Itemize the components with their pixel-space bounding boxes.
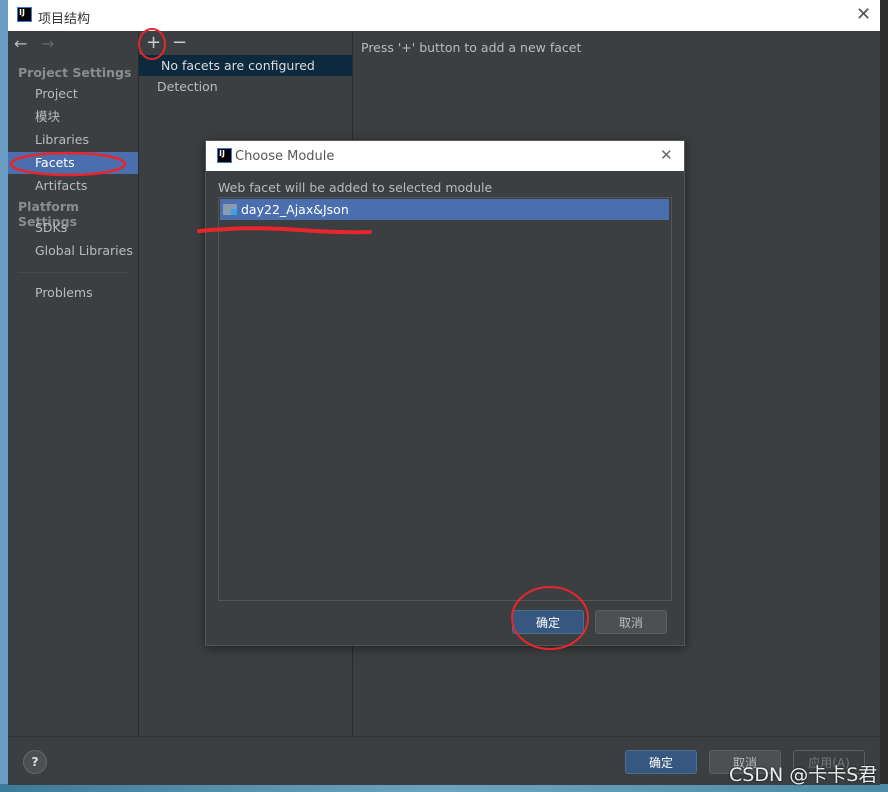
- sidebar-item-project[interactable]: Project: [8, 83, 138, 105]
- hint-text: Press '+' button to add a new facet: [361, 40, 582, 55]
- close-icon[interactable]: ✕: [856, 4, 871, 25]
- watermark: CSDN @卡卡S君: [729, 764, 878, 786]
- sidebar-item-artifacts[interactable]: Artifacts: [8, 175, 138, 197]
- add-facet-button[interactable]: +: [146, 32, 161, 53]
- sidebar-item-facets[interactable]: Facets: [8, 152, 138, 174]
- dialog-title: Choose Module: [235, 149, 335, 164]
- ok-button[interactable]: 确定: [625, 750, 697, 774]
- window-title: 项目结构: [38, 12, 91, 27]
- sidebar-item-libraries[interactable]: Libraries: [8, 129, 138, 151]
- intellij-logo-icon: IJ: [217, 148, 232, 163]
- intellij-logo-icon: IJ: [17, 7, 32, 22]
- choose-module-dialog: IJ Choose Module ✕ Web facet will be add…: [205, 140, 685, 646]
- close-icon[interactable]: ✕: [660, 146, 673, 164]
- no-facets-item[interactable]: No facets are configured: [139, 55, 352, 76]
- background-editor: [880, 0, 888, 792]
- module-label: day22_Ajax&Json: [241, 202, 349, 217]
- title-bar: IJ 项目结构 ✕: [8, 0, 880, 31]
- sidebar: ← → Project Settings Project 模块 Librarie…: [8, 31, 139, 736]
- detection-item[interactable]: Detection: [157, 77, 218, 97]
- sidebar-item-global-libraries[interactable]: Global Libraries: [8, 240, 138, 262]
- module-list[interactable]: day22_Ajax&Json: [218, 197, 672, 601]
- project-settings-header: Project Settings: [18, 65, 132, 80]
- sidebar-item-problems[interactable]: Problems: [8, 282, 138, 304]
- module-item[interactable]: day22_Ajax&Json: [220, 199, 669, 220]
- sidebar-item-modules[interactable]: 模块: [8, 106, 138, 128]
- remove-facet-button[interactable]: −: [172, 32, 187, 53]
- divider: [18, 272, 128, 273]
- help-button[interactable]: ?: [23, 750, 47, 774]
- sidebar-item-sdks[interactable]: SDKs: [8, 217, 138, 239]
- back-arrow-icon[interactable]: ←: [14, 34, 27, 53]
- dialog-ok-button[interactable]: 确定: [512, 610, 584, 634]
- dialog-cancel-button[interactable]: 取消: [595, 610, 667, 634]
- dialog-prompt: Web facet will be added to selected modu…: [218, 180, 493, 195]
- forward-arrow-icon[interactable]: →: [41, 34, 54, 53]
- dialog-title-bar: IJ Choose Module ✕: [206, 141, 684, 171]
- module-folder-icon: [223, 204, 237, 215]
